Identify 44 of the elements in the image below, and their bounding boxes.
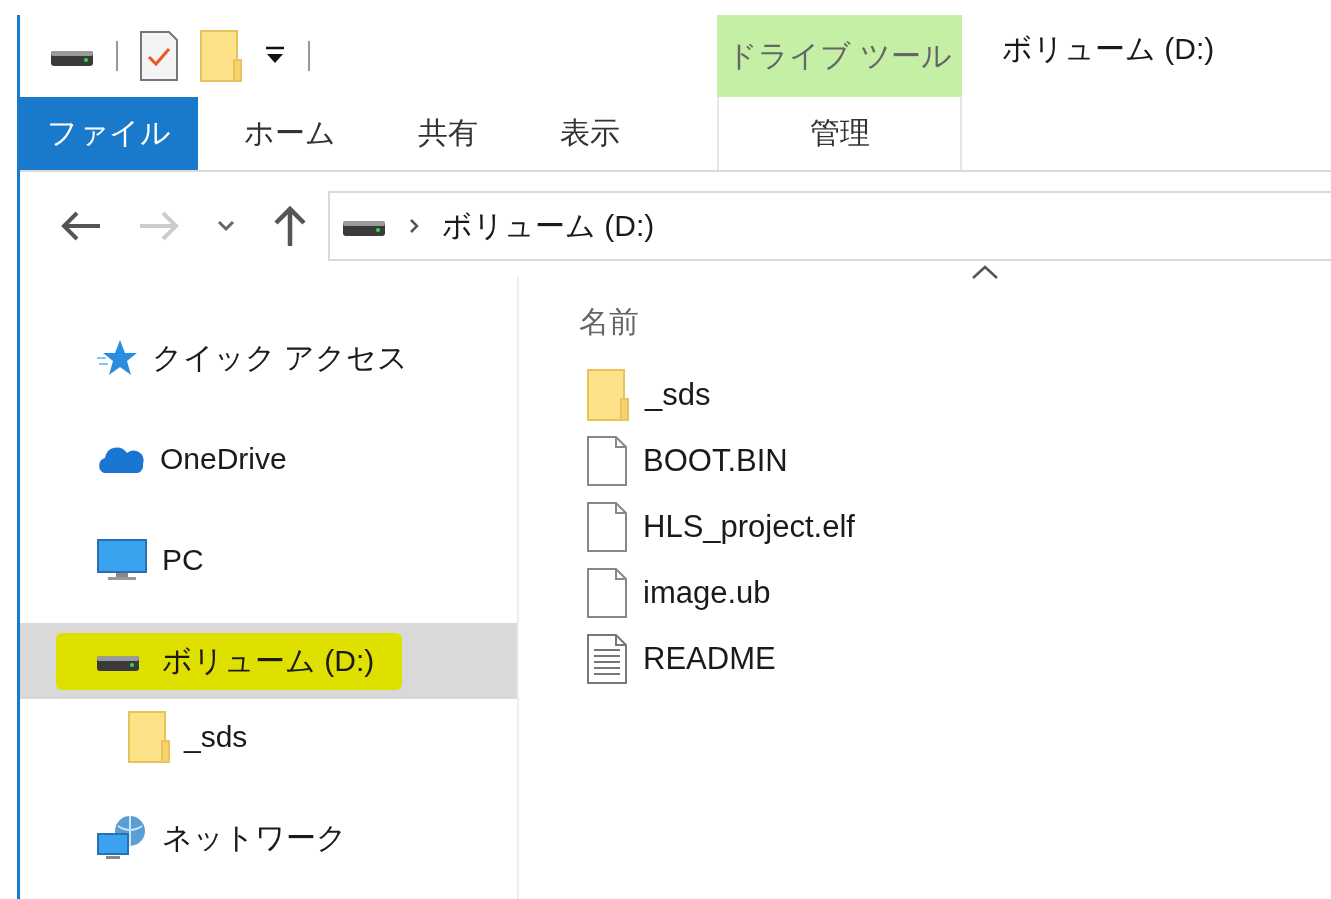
column-header[interactable]: 名前 [579, 301, 639, 343]
file-item[interactable]: README [587, 626, 999, 692]
back-arrow-icon[interactable] [60, 210, 102, 242]
file-name: _sds [645, 377, 711, 413]
star-icon [96, 338, 138, 378]
file-name: README [643, 641, 776, 677]
file-name: BOOT.BIN [643, 443, 788, 479]
file-icon [587, 436, 627, 486]
nav-item[interactable]: ボリューム (D:) [20, 623, 517, 699]
breadcrumb[interactable]: ボリューム (D:) [442, 205, 655, 247]
address-field[interactable]: ボリューム (D:) [328, 191, 1331, 261]
network-icon [96, 814, 148, 862]
file-item[interactable]: _sds [587, 362, 999, 428]
file-icon [587, 568, 627, 618]
nav-item[interactable]: クイック アクセス [20, 320, 517, 396]
window-title: ボリューム (D:) [1001, 31, 1216, 67]
nav-item-label: PC [162, 543, 204, 577]
nav-item[interactable]: OneDrive [20, 421, 517, 497]
nav-item-label: クイック アクセス [152, 339, 409, 376]
folder-icon [128, 711, 170, 763]
file-item[interactable]: image.ub [587, 560, 999, 626]
text-file-icon [587, 634, 627, 684]
properties-icon[interactable] [140, 31, 178, 81]
context-tab-group-label: ドライブ ツール [717, 15, 962, 97]
folder-icon [587, 369, 629, 421]
nav-item-label: _sds [184, 720, 248, 754]
nav-item-label: ネットワーク [162, 819, 347, 856]
ribbon-tab[interactable]: ファイル [20, 97, 198, 170]
nav-item[interactable]: PC [20, 522, 517, 598]
computer-icon [96, 538, 148, 582]
ribbon-tab[interactable]: 管理 [717, 97, 962, 170]
file-item[interactable]: BOOT.BIN [587, 428, 999, 494]
breadcrumb-chevron-icon[interactable] [408, 217, 420, 235]
nav-item-label: ボリューム (D:) [162, 642, 375, 679]
file-name: HLS_project.elf [643, 509, 855, 545]
nav-item-label: OneDrive [160, 442, 287, 476]
up-arrow-icon[interactable] [272, 205, 308, 247]
cloud-icon [96, 444, 146, 474]
nav-item[interactable]: ネットワーク [20, 800, 517, 876]
nav-item[interactable]: _sds [20, 699, 517, 775]
recent-locations-chevron-icon[interactable] [216, 220, 236, 232]
file-icon [587, 502, 627, 552]
file-item[interactable]: HLS_project.elf [587, 494, 999, 560]
file-name: image.ub [643, 575, 771, 611]
